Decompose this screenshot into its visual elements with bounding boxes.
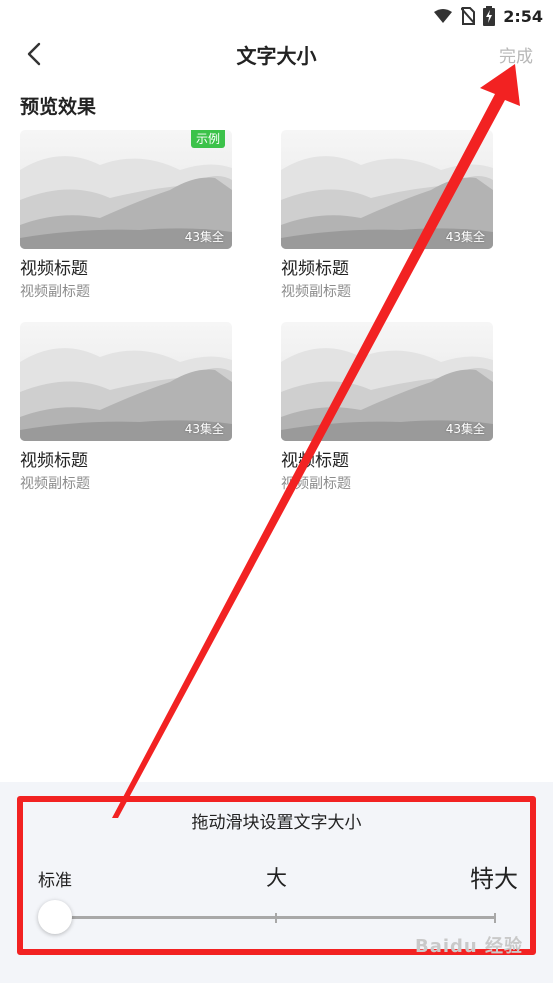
episode-count: 43集全 bbox=[184, 422, 224, 436]
preview-section-title: 预览效果 bbox=[20, 96, 97, 118]
video-thumbnail: 43集全 bbox=[281, 322, 493, 441]
video-subtitle: 视频副标题 bbox=[281, 476, 351, 492]
video-thumbnail: 43集全 bbox=[281, 130, 493, 249]
status-time: 2:54 bbox=[503, 6, 543, 26]
episode-count: 43集全 bbox=[445, 230, 485, 244]
header: 文字大小 完成 bbox=[0, 32, 553, 76]
battery-charging-icon bbox=[483, 6, 496, 26]
page-title: 文字大小 bbox=[236, 44, 317, 68]
example-badge: 示例 bbox=[190, 130, 225, 148]
done-button[interactable]: 完成 bbox=[499, 42, 533, 67]
status-bar: 2:54 bbox=[0, 0, 553, 32]
episode-count: 43集全 bbox=[445, 422, 485, 436]
watermark: Baidu 经验 bbox=[414, 936, 523, 957]
video-subtitle: 视频副标题 bbox=[20, 284, 90, 300]
video-card[interactable]: 43集全 视频标题 视频副标题 bbox=[20, 322, 232, 493]
video-title: 视频标题 bbox=[281, 451, 349, 471]
video-title: 视频标题 bbox=[20, 451, 88, 471]
status-icons: 2:54 bbox=[433, 6, 543, 26]
video-thumbnail: 43集全 bbox=[20, 322, 232, 441]
episode-count: 43集全 bbox=[184, 230, 224, 244]
video-thumbnail: 示例 43集全 bbox=[20, 130, 232, 249]
video-title: 视频标题 bbox=[20, 259, 88, 279]
video-card[interactable]: 43集全 视频标题 视频副标题 bbox=[281, 322, 493, 493]
video-subtitle: 视频副标题 bbox=[20, 476, 90, 492]
video-title: 视频标题 bbox=[281, 259, 349, 279]
video-subtitle: 视频副标题 bbox=[281, 284, 351, 300]
video-card[interactable]: 43集全 视频标题 视频副标题 bbox=[281, 130, 493, 301]
no-sim-icon bbox=[461, 7, 476, 25]
wifi-icon bbox=[434, 9, 453, 23]
video-card[interactable]: 示例 43集全 视频标题 视频副标题 bbox=[20, 130, 232, 301]
